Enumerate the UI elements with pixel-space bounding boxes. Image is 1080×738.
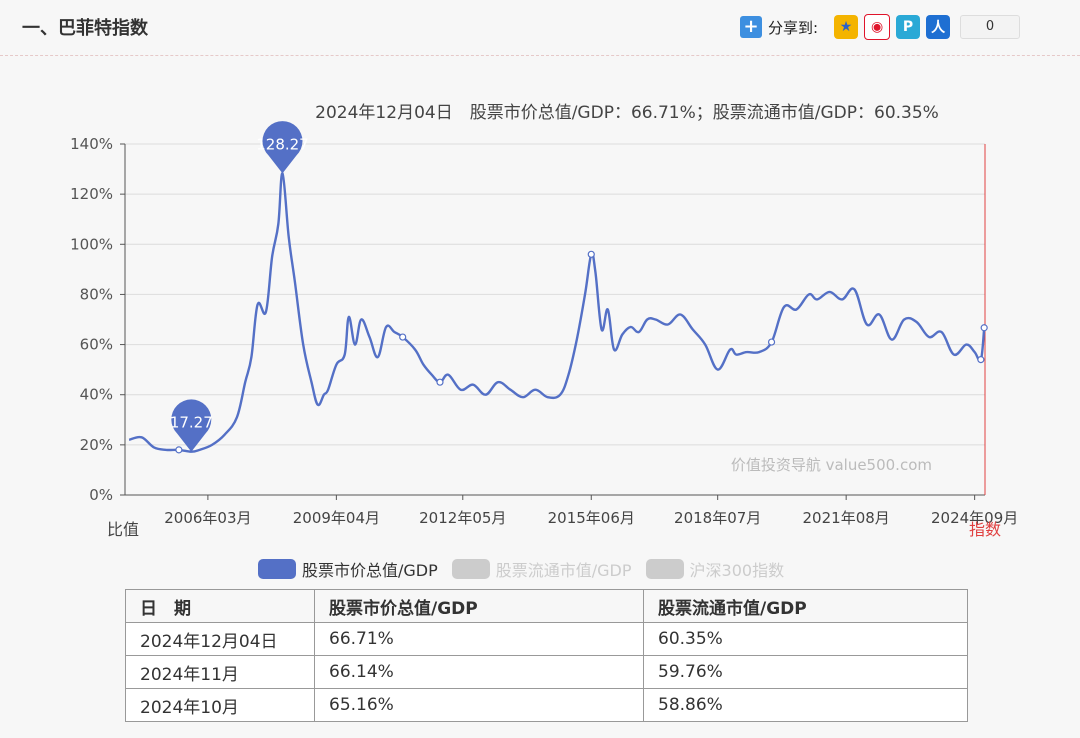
tencent-weibo-icon[interactable]: P — [896, 15, 921, 39]
weibo-icon[interactable]: ◉ — [864, 14, 891, 40]
share-label: 分享到: — [768, 18, 819, 37]
qzone-icon[interactable]: ★ — [834, 15, 859, 39]
data-point — [767, 338, 776, 346]
x-tick-label: 2015年06月 — [548, 509, 635, 527]
marker-layer: 128.27 17.27 — [170, 121, 309, 452]
legend-label: 股票流通市值/GDP — [495, 561, 632, 580]
data-point — [399, 333, 407, 341]
cell-date: 2024年10月 — [125, 688, 315, 722]
legend-label: 沪深300指数 — [689, 561, 785, 580]
data-table: 日 期 股票市价总值/GDP 股票流通市值/GDP 2024年12月04日 66… — [125, 589, 968, 722]
cell-market-cap: 66.71% — [314, 622, 644, 656]
data-point — [436, 378, 444, 386]
share-bar: + 分享到: ★ ◉ P 人 0 — [740, 14, 1021, 40]
x-tick-label: 2021年08月 — [803, 509, 890, 527]
section-divider — [0, 55, 1080, 56]
chart-title: 2024年12月04日 股票市价总值/GDP：66.71%；股票流通市值/GDP… — [315, 103, 939, 123]
y-tick-label: 20% — [80, 436, 113, 454]
x-tick-label: 2012年05月 — [419, 509, 506, 527]
y-tick-label: 120% — [70, 185, 113, 203]
legend-swatch — [258, 559, 296, 579]
y-tick-label: 0% — [89, 486, 113, 504]
y-tick-label: 80% — [80, 285, 113, 303]
marker-label: 17.27 — [170, 414, 213, 432]
y-tick-label: 140% — [70, 135, 113, 153]
header-market-cap: 股票市价总值/GDP — [314, 589, 644, 623]
y-tick-label: 40% — [80, 386, 113, 404]
renren-icon[interactable]: 人 — [926, 15, 951, 39]
legend-item-float-cap[interactable]: 股票流通市值/GDP — [451, 557, 632, 581]
series-line-market-cap — [128, 172, 986, 453]
cell-market-cap: 66.14% — [314, 655, 644, 689]
data-point — [175, 446, 183, 454]
table-header-row: 日 期 股票市价总值/GDP 股票流通市值/GDP — [125, 589, 968, 623]
series-layer — [128, 172, 988, 454]
header-float-cap: 股票流通市值/GDP — [643, 589, 968, 623]
buffett-index-chart: 2024年12月04日 股票市价总值/GDP：66.71%；股票流通市值/GDP… — [70, 103, 1018, 539]
table-row: 2024年12月04日 66.71% 60.35% — [125, 622, 968, 656]
x-tick-label: 2006年03月 — [164, 509, 251, 527]
table-row: 2024年11月 66.14% 59.76% — [125, 655, 968, 689]
marker-label: 128.27 — [256, 135, 309, 153]
y-axis-label: 比值 — [107, 520, 139, 539]
grid-layer — [125, 143, 985, 496]
legend-item-csi300[interactable]: 沪深300指数 — [645, 557, 785, 581]
x-tick-label: 2009年04月 — [293, 509, 380, 527]
watermark: 价值投资导航 value500.com — [731, 456, 932, 474]
cell-float-cap: 58.86% — [643, 688, 968, 722]
header-date: 日 期 — [125, 589, 315, 623]
legend-item-market-cap[interactable]: 股票市价总值/GDP — [258, 557, 438, 581]
y-tick-label: 100% — [70, 235, 113, 253]
legend-label: 股票市价总值/GDP — [302, 561, 438, 580]
y2-axis-label: 指数 — [969, 520, 1001, 539]
cell-float-cap: 59.76% — [643, 655, 968, 689]
data-point — [587, 250, 595, 258]
share-count: 0 — [960, 15, 1021, 39]
plus-icon[interactable]: + — [740, 16, 762, 38]
legend-swatch — [451, 559, 490, 579]
data-point — [980, 324, 988, 332]
table-row: 2024年10月 65.16% 58.86% — [125, 688, 968, 722]
chart-legend: 股票市价总值/GDP 股票流通市值/GDP 沪深300指数 — [258, 556, 784, 582]
legend-swatch — [645, 559, 684, 579]
axis-layer: 0% 20% 40% 60% 80% 100% 120% 140% 2006年03月 2009年0… — [70, 135, 1018, 539]
y-tick-label: 60% — [80, 336, 113, 354]
x-tick-label: 2018年07月 — [674, 509, 761, 527]
cell-date: 2024年11月 — [125, 655, 315, 689]
data-point — [977, 356, 985, 364]
cell-float-cap: 60.35% — [643, 622, 968, 656]
section-title: 一、巴菲特指数 — [22, 18, 148, 39]
cell-market-cap: 65.16% — [314, 688, 644, 722]
cell-date: 2024年12月04日 — [125, 622, 315, 656]
